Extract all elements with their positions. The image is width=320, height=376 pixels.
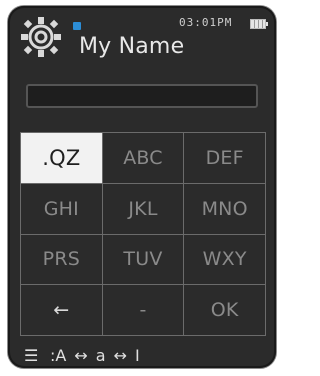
key-def[interactable]: DEF [184, 133, 266, 184]
name-input[interactable] [26, 84, 258, 108]
arrow-left-right-icon: ↔ [74, 345, 88, 365]
menu-icon[interactable]: ☰ [24, 346, 38, 365]
key-tuv[interactable]: TUV [102, 234, 185, 286]
keypad: .QZ ABC DEF GHI JKL MNO PRS TUV WXY ← - … [20, 132, 266, 336]
key-abc[interactable]: ABC [102, 133, 185, 184]
key-mno[interactable]: MNO [184, 183, 266, 235]
cursor-mode[interactable]: I [135, 346, 140, 365]
device-screen: My Name 03:01PM .QZ ABC DEF GHI JKL MNO … [8, 6, 276, 368]
status-bar: My Name 03:01PM [8, 6, 276, 64]
key-wxy[interactable]: WXY [184, 234, 266, 286]
key-prs[interactable]: PRS [21, 234, 103, 286]
status-indicator-icon [73, 22, 81, 30]
gear-icon[interactable] [18, 14, 64, 60]
key-ghi[interactable]: GHI [21, 183, 103, 235]
key-qz[interactable]: .QZ [21, 133, 103, 184]
input-mode-bar: ☰ :A ↔ a ↔ I [24, 344, 260, 366]
battery-icon [250, 16, 268, 29]
key-jkl[interactable]: JKL [102, 183, 185, 235]
mode-prefix: :A [50, 345, 67, 365]
page-title: My Name [79, 34, 185, 59]
hyphen-key[interactable]: - [102, 285, 185, 336]
lowercase-mode[interactable]: a [96, 346, 106, 365]
ok-key[interactable]: OK [184, 285, 266, 336]
clock-time: 03:01PM [179, 16, 233, 29]
backspace-key[interactable]: ← [21, 285, 103, 336]
arrow-left-right-icon-2: ↔ [113, 345, 127, 365]
